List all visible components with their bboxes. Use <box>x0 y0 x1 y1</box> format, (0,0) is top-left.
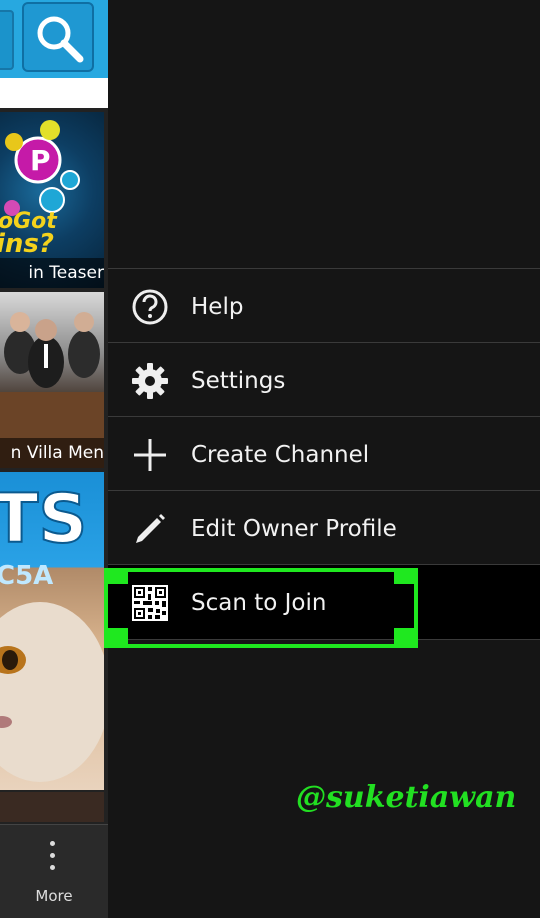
background-app: P oGot ins? in Teaser n Villa Men TS C5A <box>0 0 108 918</box>
menu-item-scan-to-join[interactable]: Scan to Join <box>108 564 540 640</box>
search-icon <box>37 16 84 63</box>
bottom-action-bar: More <box>0 824 108 918</box>
tab-strip <box>0 78 108 108</box>
app-top-bar <box>0 0 108 78</box>
menu-item-label: Create Channel <box>191 442 370 468</box>
svg-text:TS: TS <box>0 480 87 559</box>
overflow-menu-icon[interactable] <box>50 841 56 875</box>
menu-item-label: Settings <box>191 368 286 394</box>
help-circle-icon <box>132 289 168 325</box>
menu-item-label: Scan to Join <box>191 590 327 616</box>
tile-caption: n Villa Men <box>0 438 104 468</box>
plus-icon <box>134 439 166 471</box>
watermark-text: @suketiawan <box>296 780 517 815</box>
tile-artwork: TS C5A <box>0 479 104 782</box>
svg-text:ins?: ins? <box>0 229 54 259</box>
top-bar-field[interactable] <box>0 10 14 70</box>
svg-text:C5A: C5A <box>0 561 53 591</box>
tile-caption: in Teaser <box>0 258 104 288</box>
channel-tile[interactable]: P oGot ins? in Teaser <box>0 112 104 288</box>
pencil-icon <box>136 514 165 543</box>
menu-item-edit-owner-profile[interactable]: Edit Owner Profile <box>108 490 540 564</box>
gear-icon <box>132 363 168 399</box>
svg-text:P: P <box>30 144 51 177</box>
channel-tile[interactable] <box>0 792 104 822</box>
channel-tile[interactable]: TS C5A <box>0 472 104 790</box>
menu-item-settings[interactable]: Settings <box>108 342 540 416</box>
more-label[interactable]: More <box>0 887 108 905</box>
channel-tile[interactable]: n Villa Men <box>0 292 104 468</box>
qr-code-icon <box>132 585 168 621</box>
search-button[interactable] <box>22 2 94 72</box>
menu-item-label: Edit Owner Profile <box>191 516 397 542</box>
menu-item-help[interactable]: Help <box>108 268 540 342</box>
menu-item-label: Help <box>191 294 244 320</box>
menu-item-create-channel[interactable]: Create Channel <box>108 416 540 490</box>
drawer-menu: Help Settings Create Channel Edit Owner … <box>108 268 540 640</box>
